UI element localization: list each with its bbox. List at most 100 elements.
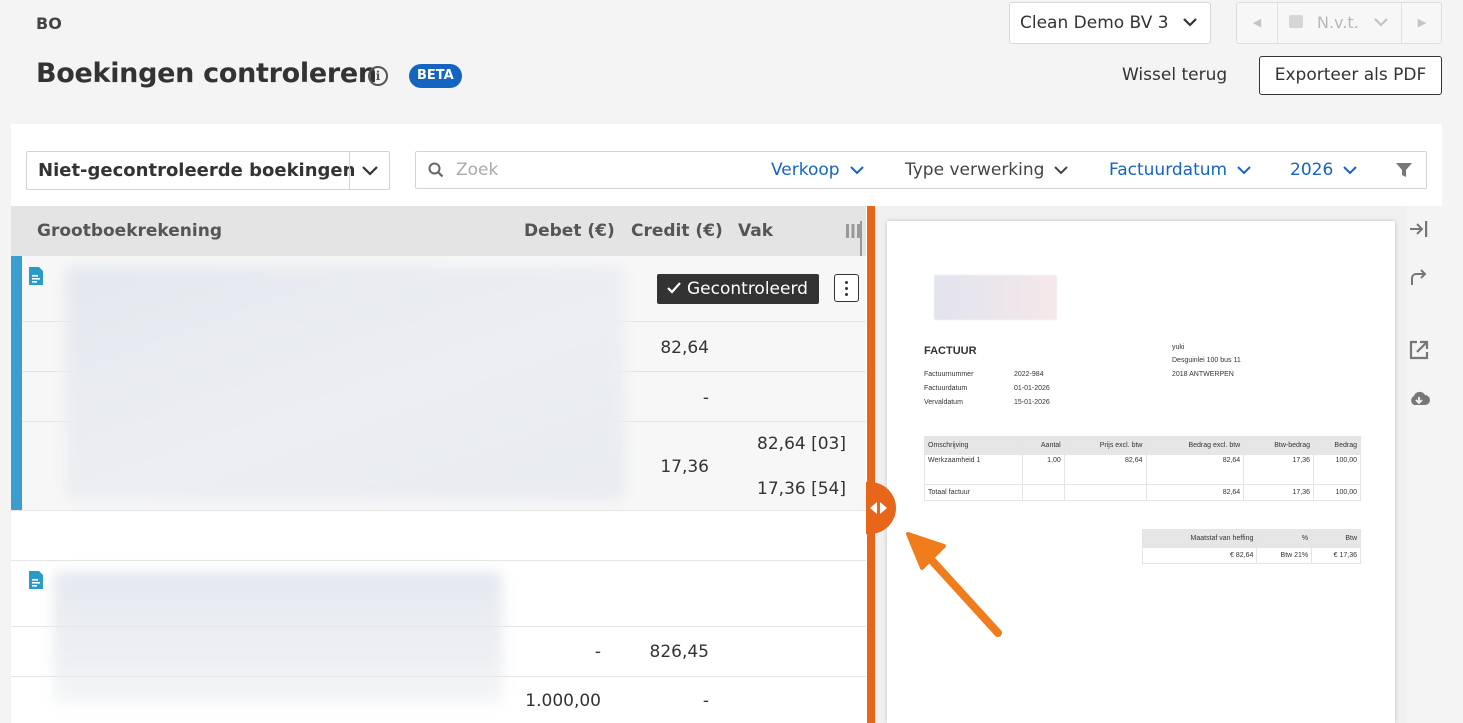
processing-filter[interactable]: Type verwerking xyxy=(905,152,1069,190)
export-pdf-button[interactable]: Exporteer als PDF xyxy=(1259,56,1442,95)
checked-status-label: Gecontroleerd xyxy=(687,279,808,299)
more-vertical-icon[interactable] xyxy=(834,274,859,302)
credit-value: 17,36 xyxy=(660,457,709,477)
invoice-col-header: Bedrag xyxy=(1313,436,1361,455)
status-filter-value: Niet-gecontroleerde boekingen xyxy=(38,160,356,181)
arrow-left-icon xyxy=(870,502,877,514)
invoice-col-header: Omschrijving xyxy=(924,436,1023,455)
column-ledger[interactable]: Grootboekrekening xyxy=(37,206,222,256)
selected-row-marker xyxy=(11,256,22,510)
invoice-col-header: Maatstaf van heffing xyxy=(1141,529,1258,548)
period-selector[interactable]: ◀ N.v.t. ▶ xyxy=(1236,2,1442,44)
invoice-meta-label: Factuurdatum xyxy=(924,385,968,392)
invoice-cell: € 17,36 xyxy=(1311,547,1361,564)
year-filter[interactable]: 2026 xyxy=(1290,152,1357,190)
invoice-cell: Werkzaamheid 1 xyxy=(924,454,1023,485)
invoice-cell: 100,00 xyxy=(1313,484,1361,501)
collapse-right-icon[interactable] xyxy=(1408,219,1430,241)
invoice-company: yuki xyxy=(1172,344,1185,351)
chevron-down-icon xyxy=(1373,3,1389,60)
credit-value: 82,64 xyxy=(660,338,709,358)
invoice-cell xyxy=(1021,484,1065,501)
period-value: N.v.t. xyxy=(1317,13,1359,32)
switch-back-link[interactable]: Wissel terug xyxy=(1122,65,1227,85)
page-title: Boekingen controleren xyxy=(36,58,377,89)
next-period-button[interactable]: ▶ xyxy=(1402,3,1442,43)
invoice-cell: 1,00 xyxy=(1021,454,1065,485)
filter-icon[interactable] xyxy=(1395,162,1413,183)
year-filter-label: 2026 xyxy=(1290,160,1334,180)
arrow-right-icon xyxy=(880,502,887,514)
row-divider xyxy=(11,626,866,627)
beta-badge: BETA xyxy=(409,64,462,88)
row-divider xyxy=(11,510,866,511)
invoice-vat-table: Maatstaf van heffing % Btw € 82,64 Btw 2… xyxy=(1141,529,1361,564)
row-divider xyxy=(11,560,866,561)
invoice-meta-value: 01-01-2026 xyxy=(1014,385,1050,392)
debit-value: - xyxy=(594,642,601,662)
chevron-down-icon xyxy=(849,164,864,179)
invoice-cell xyxy=(1063,484,1147,501)
invoice-cell: € 82,64 xyxy=(1141,547,1258,564)
invoice-address-line: Desguinlei 100 bus 11 xyxy=(1172,357,1241,364)
credit-value: - xyxy=(702,388,709,408)
invoice-lines-table: Omschrijving Aantal Prijs excl. btw Bedr… xyxy=(924,436,1361,501)
open-external-icon[interactable] xyxy=(1408,339,1430,361)
divider xyxy=(349,152,350,189)
invoice-meta-label: Vervaldatum xyxy=(924,399,963,406)
invoice-col-header: % xyxy=(1256,529,1313,548)
info-icon[interactable]: i xyxy=(368,66,388,86)
invoice-cell: 82,64 xyxy=(1145,454,1245,485)
date-filter[interactable]: Factuurdatum xyxy=(1109,152,1251,190)
credit-value: 826,45 xyxy=(649,642,709,662)
debit-value: 1.000,00 xyxy=(525,691,601,711)
checked-status-badge[interactable]: Gecontroleerd xyxy=(657,274,819,304)
previous-period-button[interactable]: ◀ xyxy=(1237,3,1277,43)
annotation-arrow xyxy=(900,528,1010,647)
invoice-col-header: Btw-bedrag xyxy=(1243,436,1315,455)
invoice-col-header: Prijs excl. btw xyxy=(1063,436,1147,455)
invoice-cell: 82,64 xyxy=(1063,454,1147,485)
cloud-download-icon[interactable] xyxy=(1408,389,1430,411)
chevron-down-icon xyxy=(1343,164,1357,179)
redirect-icon[interactable] xyxy=(1408,268,1430,290)
invoice-cell: Totaal factuur xyxy=(924,484,1023,501)
org-code: BO xyxy=(36,14,62,33)
panel-splitter[interactable] xyxy=(867,206,875,723)
calendar-icon xyxy=(1289,15,1303,28)
invoice-cell: 17,36 xyxy=(1243,454,1315,485)
invoice-cell: 17,36 xyxy=(1243,484,1315,501)
invoice-cell: Btw 21% xyxy=(1256,547,1313,564)
company-selector[interactable]: Clean Demo BV 3 xyxy=(1009,2,1211,44)
invoice-address-line: 2018 ANTWERPEN xyxy=(1172,371,1234,378)
divider xyxy=(1277,3,1278,43)
redacted-content xyxy=(65,266,625,500)
type-filter[interactable]: Verkoop xyxy=(771,152,864,190)
check-icon xyxy=(667,279,687,299)
credit-value: - xyxy=(702,691,709,711)
invoice-col-header: Btw xyxy=(1311,529,1361,548)
row-divider xyxy=(11,676,866,677)
invoice-col-header: Aantal xyxy=(1021,436,1065,455)
columns-icon[interactable] xyxy=(846,223,860,242)
search-input[interactable] xyxy=(456,156,716,184)
column-vak[interactable]: Vak xyxy=(738,206,773,256)
document-icon[interactable] xyxy=(28,570,44,594)
table-header: Grootboekrekening Debet (€) Credit (€) V… xyxy=(11,206,866,256)
invoice-cell: 100,00 xyxy=(1313,454,1361,485)
company-name: Clean Demo BV 3 xyxy=(1020,13,1169,33)
invoice-meta-value: 2022-984 xyxy=(1014,371,1044,378)
document-icon[interactable] xyxy=(28,266,44,290)
date-filter-label: Factuurdatum xyxy=(1109,160,1228,180)
search-icon xyxy=(428,162,444,182)
column-credit[interactable]: Credit (€) xyxy=(631,206,723,256)
invoice-title: FACTUUR xyxy=(924,345,977,357)
type-filter-label: Verkoop xyxy=(771,160,840,180)
status-filter-select[interactable]: Niet-gecontroleerde boekingen xyxy=(26,151,390,190)
invoice-col-header: Bedrag excl. btw xyxy=(1145,436,1245,455)
column-debit[interactable]: Debet (€) xyxy=(524,206,615,256)
vak-value: 17,36 [54] xyxy=(757,479,846,499)
invoice-cell: 82,64 xyxy=(1145,484,1245,501)
chevron-down-icon xyxy=(1054,164,1069,179)
invoice-meta-label: Factuurnummer xyxy=(924,371,974,378)
